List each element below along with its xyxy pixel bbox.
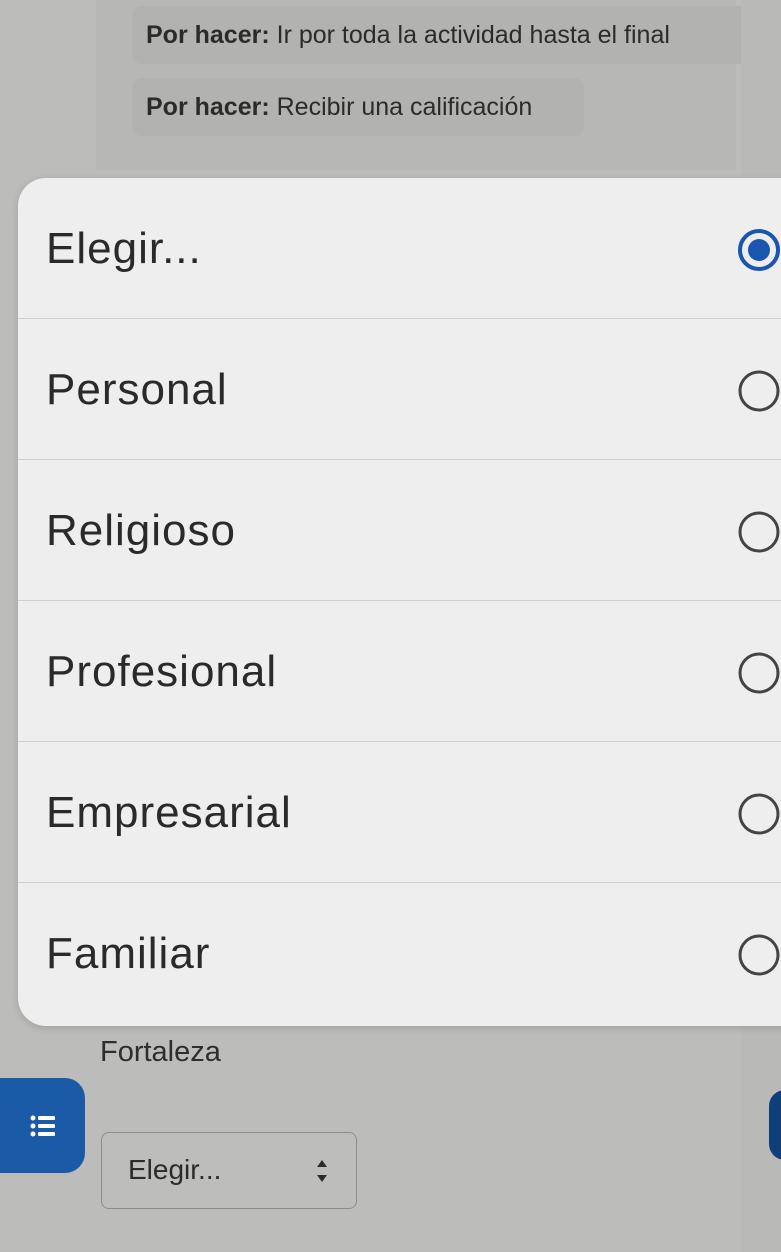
- option-personal[interactable]: Personal: [18, 319, 781, 460]
- option-label: Religioso: [46, 506, 236, 555]
- option-label: Empresarial: [46, 788, 292, 837]
- todo-item: Por hacer: Recibir una calificación: [132, 78, 584, 136]
- option-empresarial[interactable]: Empresarial: [18, 742, 781, 883]
- todo-text: Recibir una calificación: [269, 93, 533, 121]
- todo-item: Por hacer: Ir por toda la actividad hast…: [132, 6, 752, 64]
- field-label: Fortaleza: [100, 1036, 221, 1068]
- index-drawer-button[interactable]: [0, 1078, 85, 1173]
- option-elegir[interactable]: Elegir...: [18, 178, 781, 319]
- todo-prefix: Por hacer:: [146, 21, 270, 49]
- option-label: Personal: [46, 365, 228, 414]
- radio-unselected-icon[interactable]: [736, 932, 781, 978]
- fortaleza-select[interactable]: Elegir...: [101, 1132, 357, 1209]
- radio-unselected-icon[interactable]: [736, 791, 781, 837]
- option-label: Profesional: [46, 647, 278, 696]
- select-value: Elegir...: [128, 1154, 222, 1185]
- option-label: Familiar: [46, 929, 211, 978]
- radio-unselected-icon[interactable]: [736, 650, 781, 696]
- select-options-dialog: Elegir... Personal Religioso Profesional…: [18, 178, 781, 1026]
- option-familiar[interactable]: Familiar: [18, 883, 781, 1024]
- todo-prefix: Por hacer:: [146, 93, 270, 121]
- option-religioso[interactable]: Religioso: [18, 460, 781, 601]
- option-label: Elegir...: [46, 224, 202, 273]
- radio-unselected-icon[interactable]: [736, 368, 781, 414]
- side-drawer-button[interactable]: [769, 1090, 781, 1160]
- radio-unselected-icon[interactable]: [736, 509, 781, 555]
- radio-selected-icon[interactable]: [736, 227, 781, 273]
- sort-arrows-icon: [317, 1160, 327, 1182]
- option-profesional[interactable]: Profesional: [18, 601, 781, 742]
- list-icon: [30, 1115, 55, 1136]
- todo-text: Ir por toda la actividad hasta el final: [269, 21, 670, 49]
